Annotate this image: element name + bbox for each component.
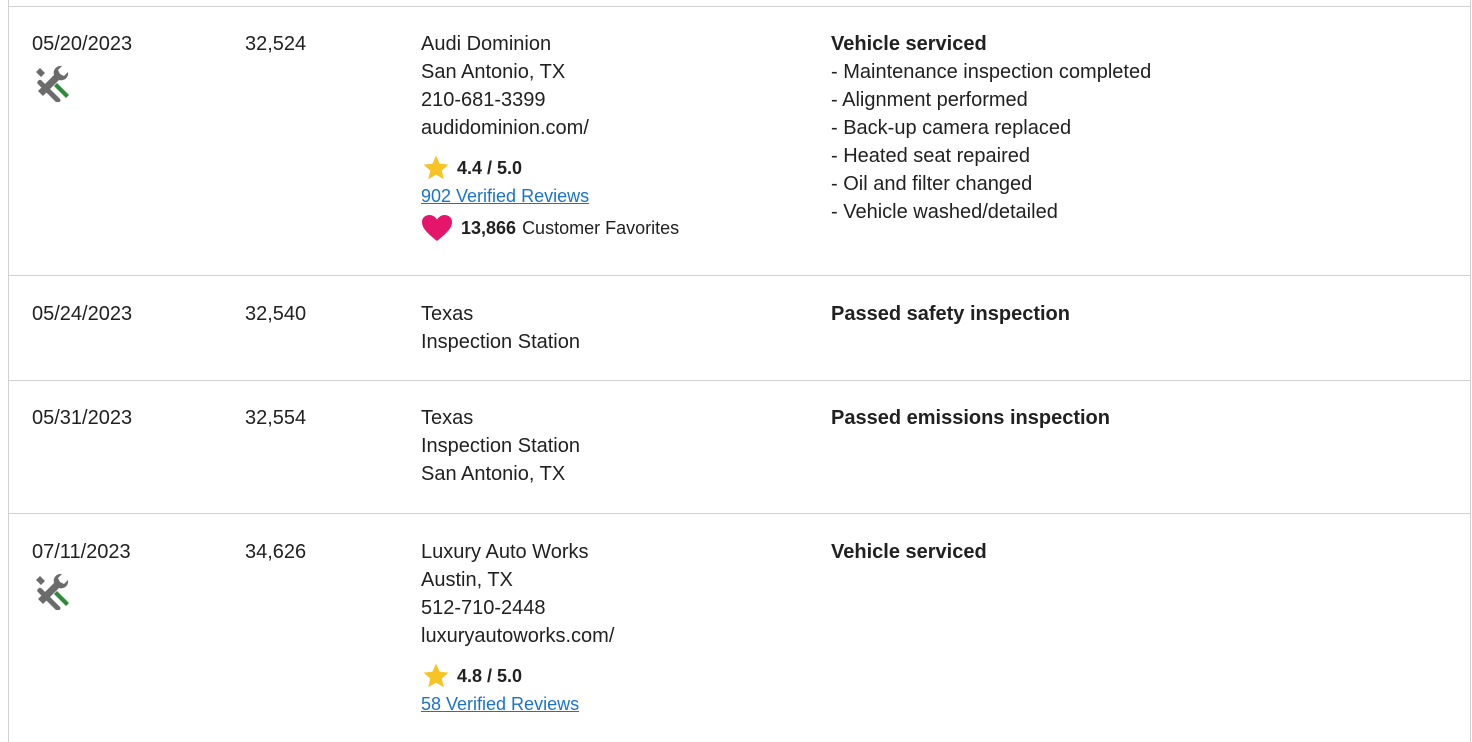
source-name: Luxury Auto Works: [421, 541, 589, 563]
source-cell: Luxury Auto Works Austin, TX 512-710-244…: [421, 538, 614, 718]
detail-item: - Vehicle washed/detailed: [831, 201, 1058, 223]
favorites-count: 13,866: [461, 218, 517, 238]
date-cell: 05/20/2023: [32, 30, 132, 102]
mileage-cell: 32,524: [245, 33, 307, 55]
row-divider: [9, 513, 1470, 514]
source-name: Texas: [421, 303, 474, 325]
verified-reviews-link[interactable]: 58 Verified Reviews: [421, 690, 614, 718]
source-name: Audi Dominion: [421, 33, 552, 55]
customer-favorites: 13,866 Customer Favorites: [421, 210, 679, 246]
source-type: Inspection Station: [421, 435, 580, 457]
source-cell: Texas Inspection Station San Antonio, TX: [421, 404, 580, 488]
comments-cell: Vehicle serviced: [831, 538, 987, 566]
record-date: 05/31/2023: [32, 407, 133, 429]
comments-cell: Vehicle serviced - Maintenance inspectio…: [831, 30, 1151, 226]
rating-value: 4.4 / 5.0: [457, 158, 523, 178]
record-date: 07/11/2023: [32, 541, 131, 563]
row-divider: [9, 380, 1470, 381]
detail-item: - Alignment performed: [831, 89, 1028, 111]
source-location: San Antonio, TX: [421, 61, 566, 83]
source-website: audidominion.com/: [421, 117, 589, 139]
source-type: Inspection Station: [421, 331, 580, 353]
verified-reviews-link[interactable]: 902 Verified Reviews: [421, 182, 679, 210]
wrench-screwdriver-icon: [36, 65, 69, 102]
favorites-label: Customer Favorites: [522, 218, 680, 238]
row-divider: [9, 6, 1470, 7]
detail-title: Passed emissions inspection: [831, 407, 1110, 429]
source-phone: 210-681-3399: [421, 89, 546, 111]
wrench-screwdriver-icon: [36, 573, 69, 610]
date-cell: 07/11/2023: [32, 538, 131, 610]
mileage-cell: 32,554: [245, 407, 307, 429]
record-date: 05/24/2023: [32, 303, 133, 325]
date-cell: 05/24/2023: [32, 300, 132, 328]
detail-title: Vehicle serviced: [831, 541, 987, 563]
rating-value: 4.8 / 5.0: [457, 666, 523, 686]
detail-item: - Maintenance inspection completed: [831, 61, 1152, 83]
source-location: Austin, TX: [421, 569, 513, 591]
star-icon: [423, 155, 449, 180]
source-cell: Texas Inspection Station: [421, 300, 580, 356]
star-icon: [423, 663, 449, 688]
vehicle-history-table: 05/20/2023 32,524 Audi Dominion San Anto…: [8, 0, 1471, 742]
detail-item: - Back-up camera replaced: [831, 117, 1072, 139]
mileage-cell: 34,626: [245, 541, 307, 563]
mileage-cell: 32,540: [245, 303, 307, 325]
detail-title: Passed safety inspection: [831, 303, 1070, 325]
comments-cell: Passed safety inspection: [831, 300, 1070, 328]
date-cell: 05/31/2023: [32, 404, 132, 432]
source-location: San Antonio, TX: [421, 463, 566, 485]
source-cell: Audi Dominion San Antonio, TX 210-681-33…: [421, 30, 679, 246]
row-divider: [9, 275, 1470, 276]
source-website: luxuryautoworks.com/: [421, 625, 615, 647]
comments-cell: Passed emissions inspection: [831, 404, 1110, 432]
dealer-rating: 4.8 / 5.0: [421, 662, 614, 690]
detail-item: - Oil and filter changed: [831, 173, 1033, 195]
source-phone: 512-710-2448: [421, 597, 546, 619]
source-name: Texas: [421, 407, 474, 429]
record-date: 05/20/2023: [32, 33, 133, 55]
detail-item: - Heated seat repaired: [831, 145, 1031, 167]
heart-icon: [422, 215, 452, 241]
detail-title: Vehicle serviced: [831, 33, 987, 55]
dealer-rating: 4.4 / 5.0: [421, 154, 679, 182]
